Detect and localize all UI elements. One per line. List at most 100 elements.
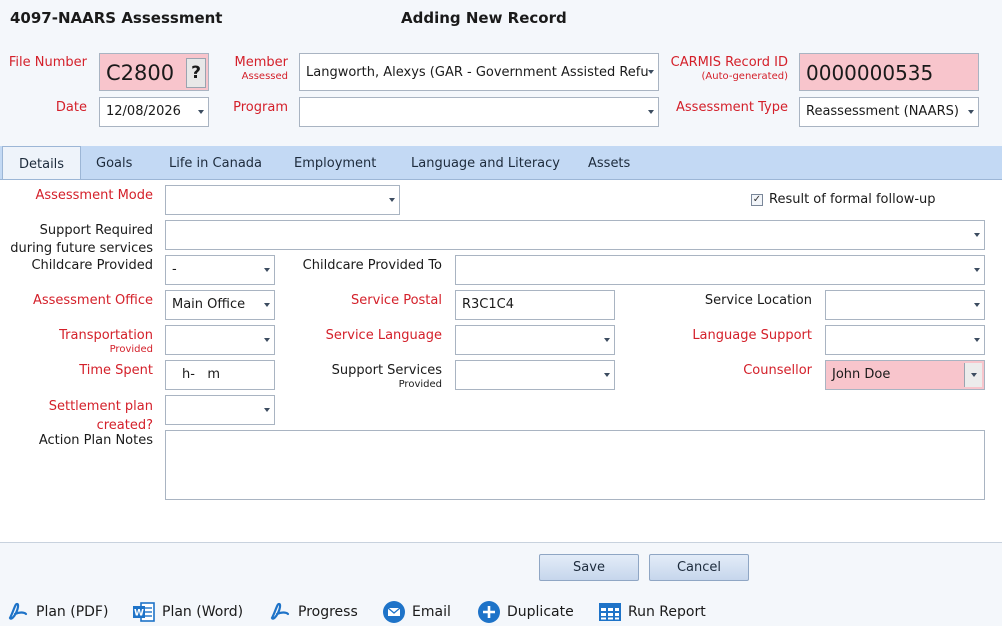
chevron-down-icon[interactable]	[964, 98, 978, 126]
chevron-down-icon[interactable]	[964, 363, 982, 387]
member-select[interactable]: Langworth, Alexys (GAR - Government Assi…	[299, 53, 659, 91]
member-label-sub: Assessed	[241, 71, 288, 82]
settlement-plan-label: Settlement plan created?	[5, 397, 153, 435]
tab-employment[interactable]: Employment	[294, 146, 376, 179]
record-mode-title: Adding New Record	[401, 9, 567, 27]
chevron-down-icon[interactable]	[385, 186, 399, 214]
pdf-icon	[270, 602, 290, 620]
carmis-id-value: 0000000535	[806, 61, 934, 85]
progress-button[interactable]: Progress	[268, 598, 358, 626]
word-icon: W	[133, 602, 155, 622]
chevron-down-icon[interactable]	[260, 396, 274, 424]
childcare-provided-to-label: Childcare Provided To	[302, 258, 442, 273]
time-spent-label: Time Spent	[79, 363, 153, 378]
member-label-text: Member	[234, 55, 288, 70]
tab-assets[interactable]: Assets	[588, 146, 630, 179]
plan-pdf-label: Plan (PDF)	[36, 604, 109, 620]
chevron-down-icon[interactable]	[970, 256, 984, 284]
program-select[interactable]	[299, 97, 659, 127]
email-button[interactable]: Email	[382, 598, 451, 626]
service-postal-input[interactable]: R3C1C4	[455, 290, 615, 320]
carmis-id-field: 0000000535	[799, 53, 979, 91]
support-services-label: Support Services Provided	[280, 362, 442, 391]
run-report-button[interactable]: Run Report	[598, 598, 706, 626]
save-button[interactable]: Save	[539, 554, 639, 581]
transportation-select[interactable]	[165, 325, 275, 355]
app-title: 4097-NAARS Assessment	[10, 9, 223, 27]
formal-followup-checkbox[interactable]: ✓	[751, 194, 763, 206]
tab-goals[interactable]: Goals	[96, 146, 132, 179]
date-value: 12/08/2026	[106, 104, 181, 119]
childcare-provided-value: -	[172, 262, 177, 277]
chevron-down-icon[interactable]	[970, 221, 984, 249]
chevron-down-icon[interactable]	[644, 98, 658, 126]
service-language-select[interactable]	[455, 325, 615, 355]
support-services-label-text: Support Services	[331, 363, 442, 378]
email-label: Email	[412, 604, 451, 620]
support-services-select[interactable]	[455, 360, 615, 390]
tab-bar: Details Goals Life in Canada Employment …	[0, 146, 1002, 180]
chevron-down-icon[interactable]	[970, 326, 984, 354]
assessment-mode-select[interactable]	[165, 185, 400, 215]
chevron-down-icon[interactable]	[260, 291, 274, 319]
action-plan-notes-label: Action Plan Notes	[5, 432, 153, 449]
file-number-value: C2800	[106, 61, 175, 85]
language-support-label: Language Support	[692, 328, 812, 343]
date-picker[interactable]: 12/08/2026	[99, 97, 209, 127]
file-number-help-button[interactable]: ?	[186, 58, 206, 88]
assessment-office-label: Assessment Office	[32, 293, 153, 308]
chevron-down-icon[interactable]	[260, 326, 274, 354]
duplicate-label: Duplicate	[507, 604, 574, 620]
support-required-label: Support Required during future services	[5, 222, 153, 256]
chevron-down-icon[interactable]	[194, 98, 208, 126]
program-label: Program	[233, 100, 288, 115]
plan-word-button[interactable]: W Plan (Word)	[132, 598, 243, 626]
language-support-select[interactable]	[825, 325, 985, 355]
service-location-select[interactable]	[825, 290, 985, 320]
support-required-select[interactable]	[165, 220, 985, 250]
assessment-type-select[interactable]: Reassessment (NAARS)	[799, 97, 979, 127]
time-spent-input[interactable]: h- m	[165, 360, 275, 390]
tab-life-in-canada[interactable]: Life in Canada	[169, 146, 262, 179]
transportation-label-text: Transportation	[59, 328, 153, 343]
svg-text:W: W	[134, 609, 144, 619]
counsellor-select[interactable]: John Doe	[825, 360, 985, 390]
plan-word-label: Plan (Word)	[162, 604, 244, 620]
childcare-provided-to-select[interactable]	[455, 255, 985, 285]
action-plan-notes-textarea[interactable]	[165, 430, 985, 500]
file-number-label: File Number	[8, 55, 87, 70]
settlement-plan-select[interactable]	[165, 395, 275, 425]
carmis-id-label-text: CARMIS Record ID	[670, 55, 788, 70]
plus-circle-icon	[478, 601, 500, 623]
chevron-down-icon[interactable]	[600, 326, 614, 354]
counsellor-label: Counsellor	[743, 363, 812, 378]
chevron-down-icon[interactable]	[600, 361, 614, 389]
tab-details[interactable]: Details	[2, 146, 82, 179]
childcare-provided-select[interactable]: -	[165, 255, 275, 285]
transportation-label: Transportation Provided	[5, 327, 153, 356]
assessment-office-value: Main Office	[172, 297, 246, 312]
duplicate-button[interactable]: Duplicate	[477, 598, 574, 626]
support-required-label-sub: during future services	[10, 241, 153, 256]
service-postal-value: R3C1C4	[462, 297, 514, 312]
progress-label: Progress	[298, 604, 358, 620]
member-label: Member Assessed	[210, 54, 288, 83]
member-value: Langworth, Alexys (GAR - Government Assi…	[306, 65, 649, 80]
cancel-button[interactable]: Cancel	[649, 554, 749, 581]
assessment-type-label: Assessment Type	[676, 100, 788, 115]
tab-language-and-literacy[interactable]: Language and Literacy	[411, 146, 560, 179]
assessment-office-select[interactable]: Main Office	[165, 290, 275, 320]
settlement-plan-label-sub: created?	[96, 418, 153, 433]
counsellor-value: John Doe	[832, 367, 891, 382]
chevron-down-icon[interactable]	[260, 256, 274, 284]
service-language-label: Service Language	[325, 328, 442, 343]
table-icon	[599, 603, 621, 621]
carmis-id-label: CARMIS Record ID (Auto-generated)	[660, 54, 788, 83]
plan-pdf-button[interactable]: Plan (PDF)	[6, 598, 108, 626]
chevron-down-icon[interactable]	[644, 54, 658, 90]
support-required-label-text: Support Required	[39, 223, 153, 238]
transportation-label-sub: Provided	[109, 344, 153, 355]
email-icon	[383, 601, 405, 623]
chevron-down-icon[interactable]	[970, 291, 984, 319]
service-location-label: Service Location	[704, 293, 812, 308]
